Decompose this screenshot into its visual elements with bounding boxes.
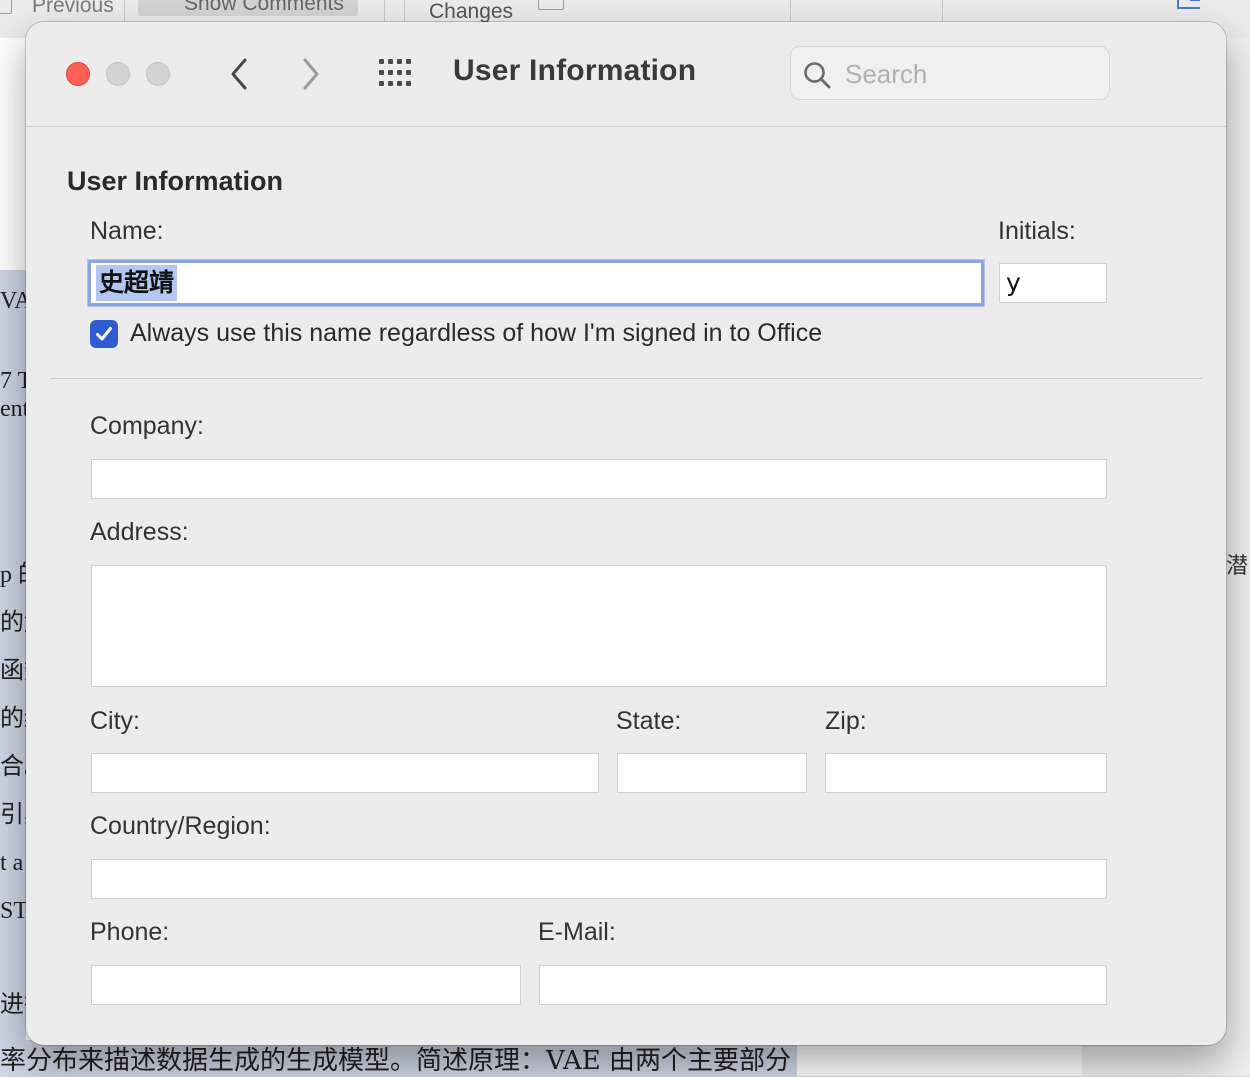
initials-label: Initials: [998, 217, 1076, 245]
dialog-title: User Information [453, 54, 697, 87]
toolbar-separator [384, 0, 385, 24]
dialog-titlebar: User Information [26, 22, 1226, 127]
address-label: Address: [90, 518, 189, 546]
toolbar-separator [942, 0, 943, 24]
close-button[interactable] [66, 62, 90, 86]
country-region-field[interactable] [91, 859, 1107, 899]
document-text-fragment: ST [0, 898, 29, 924]
zoom-button[interactable] [146, 62, 170, 86]
always-use-name-label: Always use this name regardless of how I… [130, 319, 823, 347]
previous-label[interactable]: Previous [32, 0, 114, 18]
document-text-line: 率分布来描述数据生成的生成模型。简述原理：VAE 由两个主要部分 [0, 1040, 798, 1077]
back-button[interactable] [224, 54, 254, 94]
search-field[interactable] [790, 46, 1110, 100]
search-input[interactable] [843, 57, 1097, 91]
city-field[interactable] [91, 753, 599, 793]
toolbar-separator [404, 0, 405, 24]
document-text-fragment: t a [0, 850, 24, 876]
state-field[interactable] [617, 753, 807, 793]
changes-label[interactable]: Changes [429, 0, 513, 24]
state-label: State: [616, 707, 682, 735]
show-all-button[interactable] [378, 58, 418, 88]
chevron-right-icon [303, 58, 319, 90]
forward-button[interactable] [296, 54, 326, 94]
email-field[interactable] [539, 965, 1107, 1005]
document-icon [538, 0, 564, 10]
chevron-left-icon [231, 58, 247, 90]
share-icon[interactable] [1174, 0, 1206, 14]
toolbar-separator [124, 0, 125, 24]
name-label: Name: [90, 217, 164, 245]
zip-label: Zip: [825, 707, 867, 735]
search-icon [804, 62, 831, 89]
address-field[interactable] [91, 565, 1107, 687]
company-label: Company: [90, 412, 204, 440]
phone-field[interactable] [91, 965, 521, 1005]
checkmark-icon [96, 327, 112, 341]
company-field[interactable] [91, 459, 1107, 499]
document-text-fragment: 潜 [1226, 554, 1249, 579]
user-information-dialog: User Information User Information Name: … [26, 22, 1226, 1045]
name-field[interactable]: 史超靖 [88, 260, 984, 306]
email-label: E-Mail: [538, 918, 616, 946]
minimize-button[interactable] [106, 62, 130, 86]
grid-icon [379, 59, 411, 86]
toolbar-separator [790, 0, 791, 24]
zip-field[interactable] [825, 753, 1107, 793]
show-comments-button[interactable]: Show Comments [138, 0, 358, 16]
always-use-name-checkbox[interactable] [90, 320, 118, 348]
previous-icon [0, 0, 12, 14]
name-field-selected-text: 史超靖 [96, 265, 178, 301]
initials-field[interactable]: y [999, 263, 1107, 303]
phone-label: Phone: [90, 918, 170, 946]
city-label: City: [90, 707, 140, 735]
country-region-label: Country/Region: [90, 812, 271, 840]
section-divider [50, 378, 1202, 379]
document-text-fragment: ent [0, 396, 30, 422]
section-title: User Information [67, 166, 284, 196]
